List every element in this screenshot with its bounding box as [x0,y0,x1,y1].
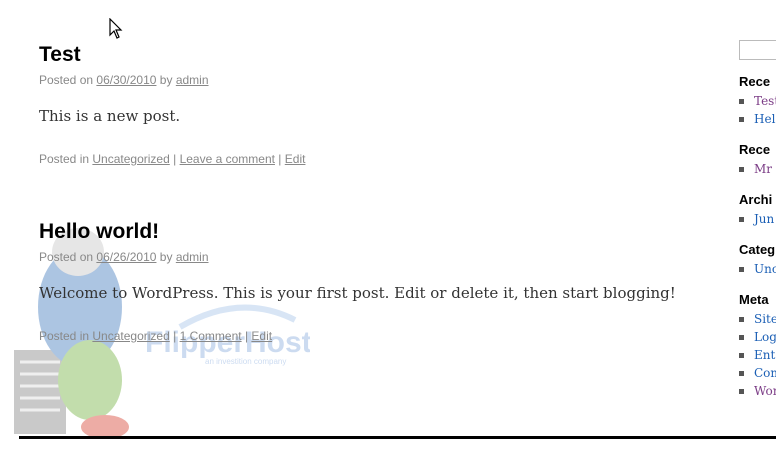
sidebar: Rece Test Hel Rece Mr Archi Jun Categ Un… [739,40,776,400]
widget-title: Meta [739,292,769,307]
post-title-link[interactable]: Test [39,42,679,68]
bullet-icon [739,266,744,272]
post-date-link[interactable]: 06/30/2010 [96,73,156,87]
list-item[interactable]: Ent [739,346,776,364]
bullet-icon [739,216,744,222]
bullet-icon [739,370,744,376]
sidebar-link[interactable]: Com [754,364,776,382]
list-item[interactable]: Mr [739,160,776,178]
widget-archives: Archi Jun [739,192,776,228]
footer-divider [19,436,776,439]
posted-in-label: Posted in [39,329,90,343]
sidebar-link[interactable]: Test [754,92,776,110]
post-title-link[interactable]: Hello world! [39,219,679,245]
sidebar-link[interactable]: Ent [754,346,775,364]
comment-link[interactable]: Leave a comment [180,152,275,166]
list-item[interactable]: Site [739,310,776,328]
list-item[interactable]: Jun [739,210,776,228]
widget-title: Archi [739,192,773,207]
widget-meta: Meta Site Log Ent Com Wor [739,292,776,400]
post-test: Test Posted on 06/30/2010 by admin This … [39,42,679,167]
posted-on-label: Posted on [39,73,94,87]
post-footer-meta: Posted in Uncategorized | 1 Comment | Ed… [39,329,273,343]
bullet-icon [739,334,744,340]
list-item[interactable]: Unc [739,260,776,278]
widget-recent-comments: Rece Mr [739,142,776,178]
sidebar-link[interactable]: Jun [754,210,774,228]
list-item[interactable]: Wor [739,382,776,400]
sidebar-link[interactable]: Unc [754,260,776,278]
bullet-icon [739,388,744,394]
list-item[interactable]: Com [739,364,776,382]
list-item[interactable]: Test [739,92,776,110]
category-link[interactable]: Uncategorized [92,152,169,166]
watermark-tagline: an investition company [205,357,286,366]
widget-title: Rece [739,74,771,89]
sidebar-link[interactable]: Wor [754,382,776,400]
by-label: by [159,250,173,264]
widget-categories: Categ Unc [739,242,776,278]
widget-title: Rece [739,142,771,157]
post-footer-meta: Posted in Uncategorized | Leave a commen… [39,152,306,166]
post-meta: Posted on 06/26/2010 by admin [39,249,679,265]
list-item[interactable]: Hel [739,110,776,128]
post-hello-world: Hello world! Posted on 06/26/2010 by adm… [39,219,679,344]
sidebar-link[interactable]: Mr [754,160,772,178]
category-link[interactable]: Uncategorized [92,329,169,343]
bullet-icon [739,98,744,104]
posted-in-label: Posted in [39,152,90,166]
list-item[interactable]: Log [739,328,776,346]
post-content: Welcome to WordPress. This is your first… [39,284,676,302]
posted-on-label: Posted on [39,250,94,264]
by-label: by [159,73,173,87]
widget-title: Categ [739,242,776,257]
mouse-cursor-icon [109,18,123,39]
post-date-link[interactable]: 06/26/2010 [96,250,156,264]
bullet-icon [739,316,744,322]
sidebar-link[interactable]: Site [754,310,776,328]
edit-link[interactable]: Edit [251,329,272,343]
widget-recent-posts: Rece Test Hel [739,74,776,128]
post-content: This is a new post. [39,107,181,125]
bullet-icon [739,166,744,172]
comment-link[interactable]: 1 Comment [180,329,242,343]
post-meta: Posted on 06/30/2010 by admin [39,72,679,88]
sidebar-link[interactable]: Log [754,328,776,346]
bullet-icon [739,352,744,358]
bullet-icon [739,116,744,122]
search-input[interactable] [739,40,776,60]
edit-link[interactable]: Edit [285,152,306,166]
sidebar-link[interactable]: Hel [754,110,775,128]
author-link[interactable]: admin [176,73,209,87]
author-link[interactable]: admin [176,250,209,264]
